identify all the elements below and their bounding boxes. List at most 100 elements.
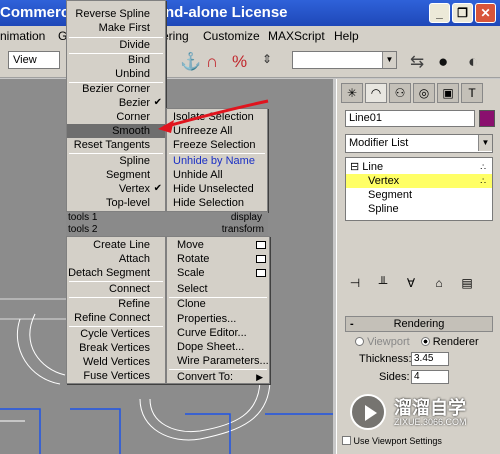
angle-snap-icon[interactable]: ∩ — [206, 52, 218, 72]
menu-item-reverse-spline[interactable]: Reverse Spline — [67, 7, 165, 21]
chevron-down-icon: ▼ — [478, 135, 492, 151]
menu-item-clone[interactable]: Clone — [171, 297, 269, 311]
menu-item-freeze-selection[interactable]: Freeze Selection — [167, 138, 267, 152]
menu-item-segment[interactable]: Segment — [67, 168, 165, 182]
collapse-box-icon[interactable]: ⊟ — [350, 161, 359, 173]
menu-item-make-first[interactable]: Make First — [67, 21, 165, 35]
named-selection-combo[interactable]: ▼ — [292, 51, 397, 69]
reference-coordinate-dropdown[interactable]: View — [8, 51, 60, 69]
modifier-list-dropdown[interactable]: Modifier List ▼ — [345, 134, 493, 153]
create-tab-icon[interactable]: ✳ — [341, 83, 363, 103]
modify-tab-icon[interactable]: ◠ — [365, 83, 387, 103]
close-button[interactable]: ✕ — [475, 3, 496, 23]
minimize-button[interactable]: _ — [429, 3, 450, 23]
menu-item-hide-unselected[interactable]: Hide Unselected — [167, 182, 267, 196]
menu-maxscript[interactable]: MAXScript — [268, 26, 325, 46]
hierarchy-tab-icon[interactable]: ⚇ — [389, 83, 411, 103]
command-panel-tabs: ✳ ◠ ⚇ ◎ ▣ T — [341, 83, 483, 103]
menu-item-weld-vertices[interactable]: Weld Vertices — [67, 355, 165, 369]
window-controls: _ ❐ ✕ — [429, 3, 496, 23]
object-color-swatch[interactable] — [479, 110, 495, 127]
menu-item-hide-selection[interactable]: Hide Selection — [167, 196, 267, 210]
menu-help[interactable]: Help — [334, 26, 359, 46]
menu-item-curve-editor[interactable]: Curve Editor... — [171, 326, 269, 340]
menu-item-bind[interactable]: Bind — [67, 53, 165, 67]
menu-item-cycle-vertices[interactable]: Cycle Vertices — [67, 327, 165, 341]
menu-item-properties[interactable]: Properties... — [171, 312, 269, 326]
make-unique-icon[interactable]: ∀ — [401, 275, 421, 291]
bezier-label: Bezier — [118, 97, 150, 109]
menu-item-unhide-all[interactable]: Unhide All — [167, 168, 267, 182]
object-name-field[interactable]: Line01 — [345, 110, 475, 127]
scale-label: Scale — [177, 267, 205, 279]
stack-item-segment[interactable]: Segment — [346, 188, 492, 202]
settings-dialog-icon[interactable] — [256, 255, 266, 263]
menu-item-move[interactable]: Move — [171, 238, 269, 252]
menu-item-bezier-corner[interactable]: Bezier Corner — [67, 82, 165, 96]
menu-item-unhide-by-name[interactable]: Unhide by Name — [167, 154, 267, 168]
menu-item-rotate[interactable]: Rotate — [171, 252, 269, 266]
menu-item-vertex[interactable]: Vertex ✔ — [67, 182, 165, 196]
thickness-input[interactable]: 3.45 — [411, 352, 449, 366]
menu-item-wire-parameters[interactable]: Wire Parameters... — [171, 354, 269, 368]
use-viewport-settings-label: Use Viewport Settings — [353, 436, 442, 446]
renderer-radio[interactable] — [420, 337, 430, 346]
menu-item-spline[interactable]: Spline — [67, 154, 165, 168]
maximize-button[interactable]: ❐ — [452, 3, 473, 23]
utilities-tab-icon[interactable]: T — [461, 83, 483, 103]
menu-customize[interactable]: Customize — [203, 26, 260, 46]
stack-item-vertex[interactable]: Vertex ∴ — [346, 174, 492, 188]
mirror-icon[interactable]: ⇆ — [410, 52, 424, 72]
remove-modifier-icon[interactable]: ⌂ — [429, 275, 449, 291]
window-title-left: Commerc — [0, 4, 70, 21]
annotation-arrow-icon — [158, 99, 269, 133]
menu-item-connect[interactable]: Connect — [67, 282, 165, 296]
menu-rendering[interactable]: ering — [162, 26, 189, 46]
convert-to-label: Convert To: — [177, 371, 234, 383]
submenu-arrow-icon: ▶ — [256, 372, 263, 382]
menu-item-reset-tangents[interactable]: Reset Tangents — [67, 138, 165, 152]
sides-input[interactable]: 4 — [411, 370, 449, 384]
menu-item-refine-connect[interactable]: Refine Connect — [67, 311, 165, 325]
menu-item-top-level[interactable]: Top-level — [67, 196, 165, 210]
menu-item-scale[interactable]: Scale — [171, 266, 269, 280]
stack-item-line[interactable]: ⊟ Line ∴ — [346, 160, 492, 174]
render-mode-radios: Viewport Renderer — [355, 335, 495, 349]
menu-item-detach-segment[interactable]: Detach Segment — [67, 266, 165, 280]
stack-toolbar: ⊣ ╨ ∀ ⌂ ▤ — [345, 275, 477, 291]
menu-animation[interactable]: nimation — [0, 26, 45, 46]
display-tab-icon[interactable]: ▣ — [437, 83, 459, 103]
pin-stack-icon[interactable]: ⊣ — [345, 275, 365, 291]
watermark: 溜溜自学 ZIXUE.3066.COM — [350, 390, 496, 434]
menu-item-break-vertices[interactable]: Break Vertices — [67, 341, 165, 355]
menu-item-attach[interactable]: Attach — [67, 252, 165, 266]
viewport-radio[interactable] — [355, 337, 364, 346]
menu-item-dope-sheet[interactable]: Dope Sheet... — [171, 340, 269, 354]
render-teapot-icon[interactable]: ● — [438, 52, 448, 72]
sides-row: Sides: 4 — [379, 370, 489, 384]
menu-item-unbind[interactable]: Unbind — [67, 67, 165, 81]
menu-item-convert-to[interactable]: Convert To: ▶ — [171, 370, 269, 384]
view-label: View — [13, 54, 37, 66]
quick-render-icon[interactable]: ◐ — [468, 52, 478, 72]
stack-line-label: Line — [362, 161, 384, 173]
window-title-right: nd-alone License — [165, 4, 288, 21]
settings-dialog-icon[interactable] — [256, 269, 266, 277]
show-end-result-icon[interactable]: ╨ — [373, 275, 393, 291]
percent-snap-icon[interactable]: % — [232, 52, 247, 72]
vertex-label: Vertex — [118, 183, 150, 195]
menu-item-select[interactable]: Select — [171, 282, 269, 296]
configure-modifier-icon[interactable]: ▤ — [457, 275, 477, 291]
quad-menu-bottom-left: Create Line Attach Detach Segment Connec… — [66, 236, 166, 384]
rendering-rollout-header[interactable]: - Rendering — [345, 316, 493, 332]
stack-item-spline[interactable]: Spline — [346, 202, 492, 216]
menu-item-fuse-vertices[interactable]: Fuse Vertices — [67, 369, 165, 383]
menu-item-divide[interactable]: Divide — [67, 38, 165, 52]
motion-tab-icon[interactable]: ◎ — [413, 83, 435, 103]
spinner-snap-icon[interactable]: ⇕ — [262, 52, 272, 66]
settings-dialog-icon[interactable] — [256, 241, 266, 249]
menu-item-create-line[interactable]: Create Line — [67, 238, 165, 252]
use-viewport-settings-checkbox[interactable] — [342, 436, 351, 445]
menu-item-refine[interactable]: Refine — [67, 297, 165, 311]
snap-icon[interactable]: ⚓ — [180, 52, 201, 72]
